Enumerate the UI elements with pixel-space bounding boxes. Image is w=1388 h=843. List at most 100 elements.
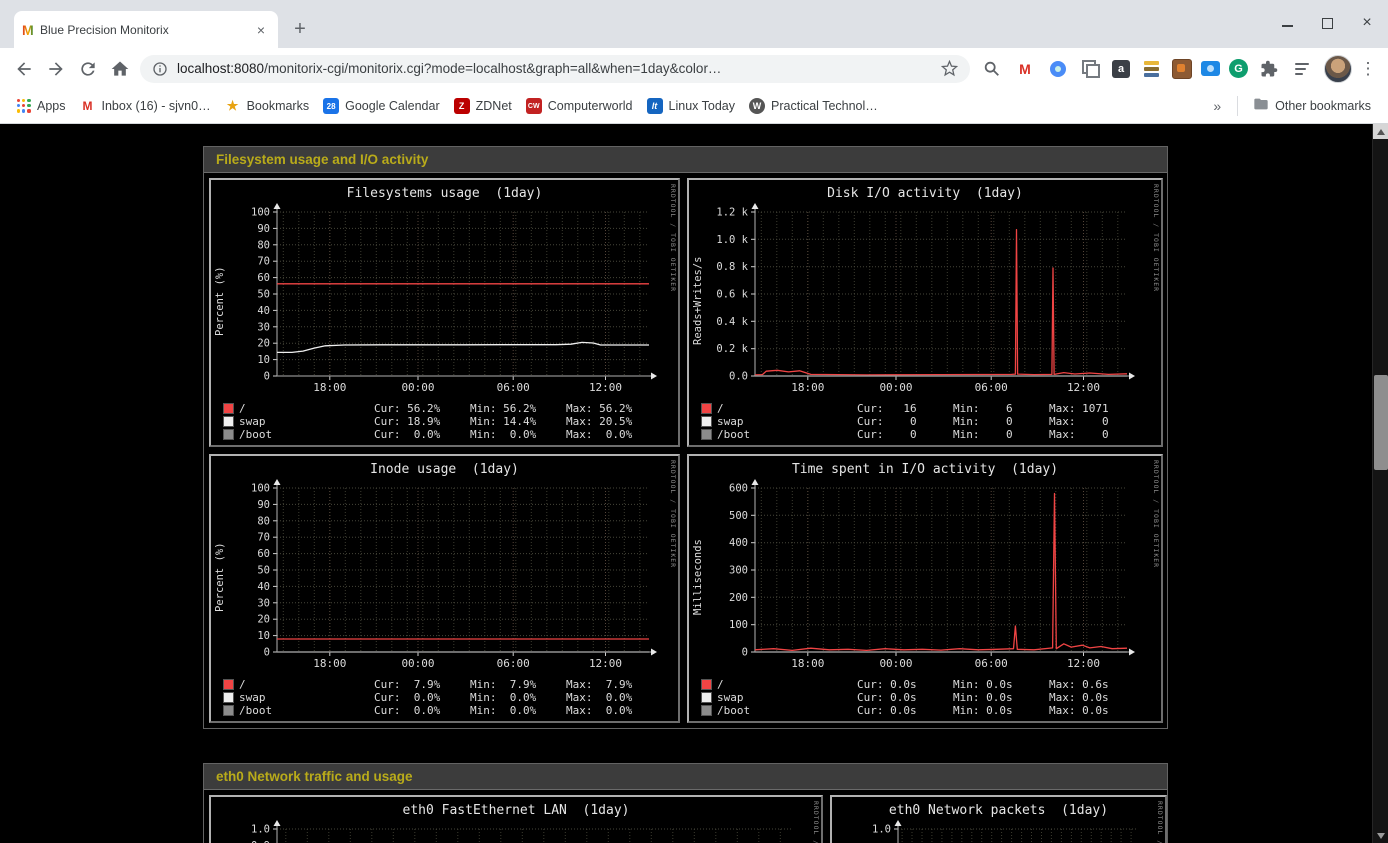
chart-plot-disk-io-activity[interactable]: 0.00.2 k0.4 k0.6 k0.8 k1.0 k1.2 k18:0000… [705,203,1151,399]
list-extension-icon[interactable] [1290,57,1314,81]
copy-pages-extension-icon[interactable] [1079,57,1103,81]
section-body: Filesystems usage (1day)Percent (%)01020… [204,173,1167,728]
svg-text:12:00: 12:00 [1067,657,1100,670]
wordpress-icon: W [749,98,765,114]
svg-text:0: 0 [742,647,748,659]
svg-text:80: 80 [257,515,270,527]
chart-title: Inode usage (1day) [213,458,676,479]
legend-max: Max: 20.5% [566,415,662,428]
forward-button[interactable] [40,53,72,85]
bookmark-star-icon[interactable] [941,60,958,77]
blue-circle-extension-icon[interactable] [1046,57,1070,81]
chart-plot-eth0-lan[interactable]: 1.00.9 [227,820,817,843]
bookmark-label: Bookmarks [247,99,310,113]
home-button[interactable] [104,53,136,85]
rrdtool-watermark: RRDTOOL / TOBI OETIKER [1152,184,1160,292]
camera-extension-icon[interactable] [1201,61,1220,76]
legend-min: Min: 6 [953,402,1049,415]
reload-button[interactable] [72,53,104,85]
scroll-up-button[interactable] [1373,124,1388,139]
svg-text:00:00: 00:00 [879,381,912,394]
back-button[interactable] [8,53,40,85]
graph-panel-eth0-lan[interactable]: eth0 FastEthernet LAN (1day)1.00.9RRDTOO… [209,795,823,843]
url-bar[interactable]: localhost:8080/monitorix-cgi/monitorix.c… [140,55,970,83]
layers-extension-icon[interactable] [1139,57,1163,81]
bookmark-zdnet[interactable]: Z ZDNet [447,95,519,117]
legend-series-name: / [239,402,374,415]
legend-series-name: /boot [717,704,857,717]
green-g-extension-icon[interactable] [1229,59,1248,78]
legend-series-name: / [239,678,374,691]
graph-panel-time-spent-io[interactable]: Time spent in I/O activity (1day)Millise… [687,454,1163,723]
legend-max: Max: 1071 [1049,402,1145,415]
graph-panel-eth0-packets[interactable]: eth0 Network packets (1day)s/s1.0RRDTOOL… [830,795,1167,843]
window-minimize-button[interactable] [1280,16,1294,30]
browser-menu-icon[interactable] [1356,57,1380,81]
graph-panel-disk-io-activity[interactable]: Disk I/O activity (1day)Reads+Writes/s0.… [687,178,1163,447]
graph-panel-filesystems-usage[interactable]: Filesystems usage (1day)Percent (%)01020… [209,178,680,447]
window-close-button[interactable] [1360,16,1374,30]
legend-cur: Cur: 0.0% [374,428,470,441]
svg-text:60: 60 [257,548,270,560]
scrollbar-thumb[interactable] [1374,375,1388,470]
svg-text:90: 90 [257,223,270,235]
search-extension-icon[interactable] [980,57,1004,81]
bookmarks-overflow-chevron[interactable]: » [1205,98,1229,114]
rrdtool-watermark: RRDTOOL / TOBI OETIKER [669,184,677,292]
chart-plot-inode-usage[interactable]: 010203040506070809010018:0000:0006:0012:… [227,479,673,675]
up-arrow-icon [1377,129,1385,135]
legend-min: Min: 0.0% [470,428,566,441]
chart-plot-time-spent-io[interactable]: 010020030040050060018:0000:0006:0012:00 [705,479,1151,675]
legend-cur: Cur: 56.2% [374,402,470,415]
extensions-puzzle-icon[interactable] [1257,57,1281,81]
legend-series-name: /boot [717,428,857,441]
page-scrollbar[interactable] [1372,124,1388,843]
svg-text:10: 10 [257,630,270,642]
legend-max: Max: 7.9% [566,678,662,691]
svg-text:1.0: 1.0 [251,824,270,836]
chart-plot-filesystems-usage[interactable]: 010203040506070809010018:0000:0006:0012:… [227,203,673,399]
bookmark-inbox[interactable]: M Inbox (16) - sjvn0… [73,95,218,117]
legend-min: Min: 7.9% [470,678,566,691]
svg-text:20: 20 [257,614,270,626]
svg-text:06:00: 06:00 [975,657,1008,670]
tab-close-icon[interactable] [252,21,270,39]
legend-cur: Cur: 0.0s [857,691,953,704]
gmail-extension-icon[interactable] [1013,57,1037,81]
legend-row: /Cur: 7.9%Min: 7.9%Max: 7.9% [223,678,662,691]
bookmark-bookmarks[interactable]: ★ Bookmarks [218,95,317,117]
home-icon [110,59,130,79]
legend-max: Max: 0.0s [1049,691,1145,704]
bookmark-computerworld[interactable]: CW Computerworld [519,95,640,117]
legend-cur: Cur: 7.9% [374,678,470,691]
window-maximize-button[interactable] [1320,16,1334,30]
bookmark-label: Practical Technol… [771,99,878,113]
svg-text:12:00: 12:00 [589,657,622,670]
legend-series-name: swap [239,691,374,704]
bookmark-label: Google Calendar [345,99,440,113]
legend-series-name: / [717,678,857,691]
browser-tab[interactable]: M Blue Precision Monitorix [14,11,278,48]
svg-text:1.2 k: 1.2 k [716,207,748,219]
folder-icon [1253,96,1269,117]
monitorix-page: Filesystem usage and I/O activity Filesy… [203,124,1168,843]
legend-color-swatch [223,416,234,427]
chart-plot-eth0-packets[interactable]: 1.0 [848,820,1161,843]
svg-text:500: 500 [729,510,748,522]
svg-text:20: 20 [257,338,270,350]
profile-avatar[interactable] [1324,55,1352,83]
other-bookmarks[interactable]: Other bookmarks [1246,93,1378,120]
site-info-icon[interactable] [152,61,168,77]
apps-shortcut[interactable]: Apps [10,96,73,116]
new-tab-button[interactable] [286,15,314,43]
bookmark-practical-technology[interactable]: W Practical Technol… [742,95,885,117]
tab-title: Blue Precision Monitorix [40,23,252,37]
scroll-down-button[interactable] [1373,828,1388,843]
bookmark-google-calendar[interactable]: 28 Google Calendar [316,95,447,117]
legend-color-swatch [701,679,712,690]
zdnet-icon: Z [454,98,470,114]
graph-panel-inode-usage[interactable]: Inode usage (1day)Percent (%)01020304050… [209,454,680,723]
bookmark-linux-today[interactable]: lt Linux Today [640,95,743,117]
dark-a-extension-icon[interactable] [1112,60,1130,78]
brown-extension-icon[interactable] [1172,59,1192,79]
